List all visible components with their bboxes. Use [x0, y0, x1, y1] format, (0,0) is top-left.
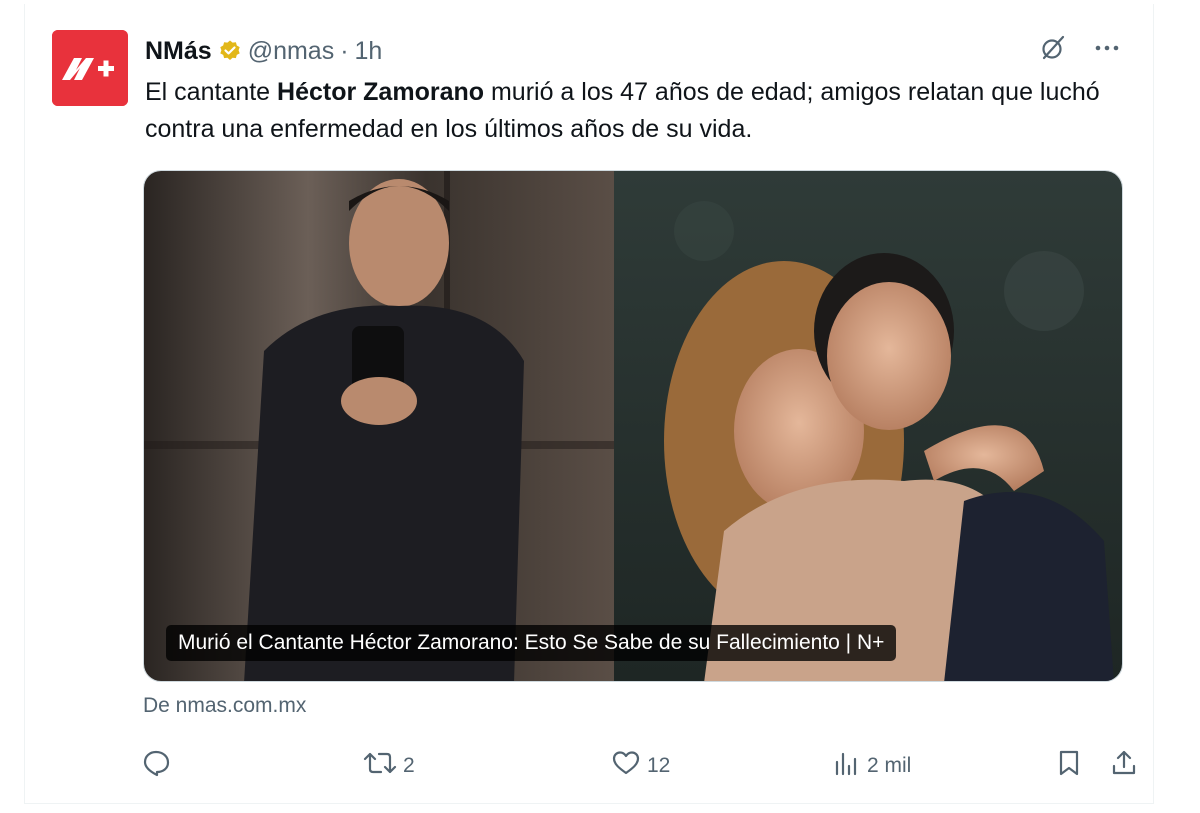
views-icon — [831, 748, 861, 784]
reply-button[interactable] — [141, 748, 171, 784]
retweet-count: 2 — [403, 754, 415, 777]
share-button[interactable] — [1109, 748, 1139, 784]
nmas-logo-icon — [52, 30, 128, 106]
retweet-button[interactable]: 2 — [363, 748, 415, 784]
like-button[interactable]: 12 — [611, 748, 670, 784]
card-caption: Murió el Cantante Héctor Zamorano: Esto … — [166, 625, 897, 661]
card-image — [144, 171, 1122, 681]
bookmark-icon — [1055, 748, 1083, 784]
separator-dot: · — [340, 36, 349, 65]
bookmark-button[interactable] — [1055, 748, 1083, 784]
tweet-header-actions — [1039, 34, 1121, 62]
more-icon[interactable] — [1093, 34, 1121, 62]
link-card[interactable]: Murió el Cantante Héctor Zamorano: Esto … — [143, 170, 1123, 682]
tweet-actions: 2 12 2 mil — [141, 748, 1136, 788]
tweet-text-bold-name: Héctor Zamorano — [277, 78, 485, 106]
retweet-icon — [363, 748, 397, 784]
tweet[interactable]: NMás @nmas · 1h El cantante Héctor Zamor — [24, 4, 1154, 804]
tweet-header: NMás @nmas · 1h — [145, 33, 382, 69]
views-count: 2 mil — [867, 754, 912, 777]
avatar[interactable] — [52, 30, 128, 106]
grok-icon[interactable] — [1039, 34, 1067, 62]
timestamp[interactable]: 1h — [355, 37, 383, 66]
card-source[interactable]: De nmas.com.mx — [143, 694, 306, 718]
author-name[interactable]: NMás — [145, 37, 212, 66]
tweet-text: El cantante Héctor Zamorano murió a los … — [145, 74, 1135, 148]
tweet-text-start: El cantante — [145, 78, 278, 106]
author-handle[interactable]: @nmas — [248, 37, 335, 66]
reply-icon — [141, 748, 171, 784]
heart-icon — [611, 748, 641, 784]
share-icon — [1109, 748, 1139, 784]
views-button[interactable]: 2 mil — [831, 748, 911, 784]
like-count: 12 — [647, 754, 671, 777]
verified-badge-icon — [218, 39, 242, 63]
